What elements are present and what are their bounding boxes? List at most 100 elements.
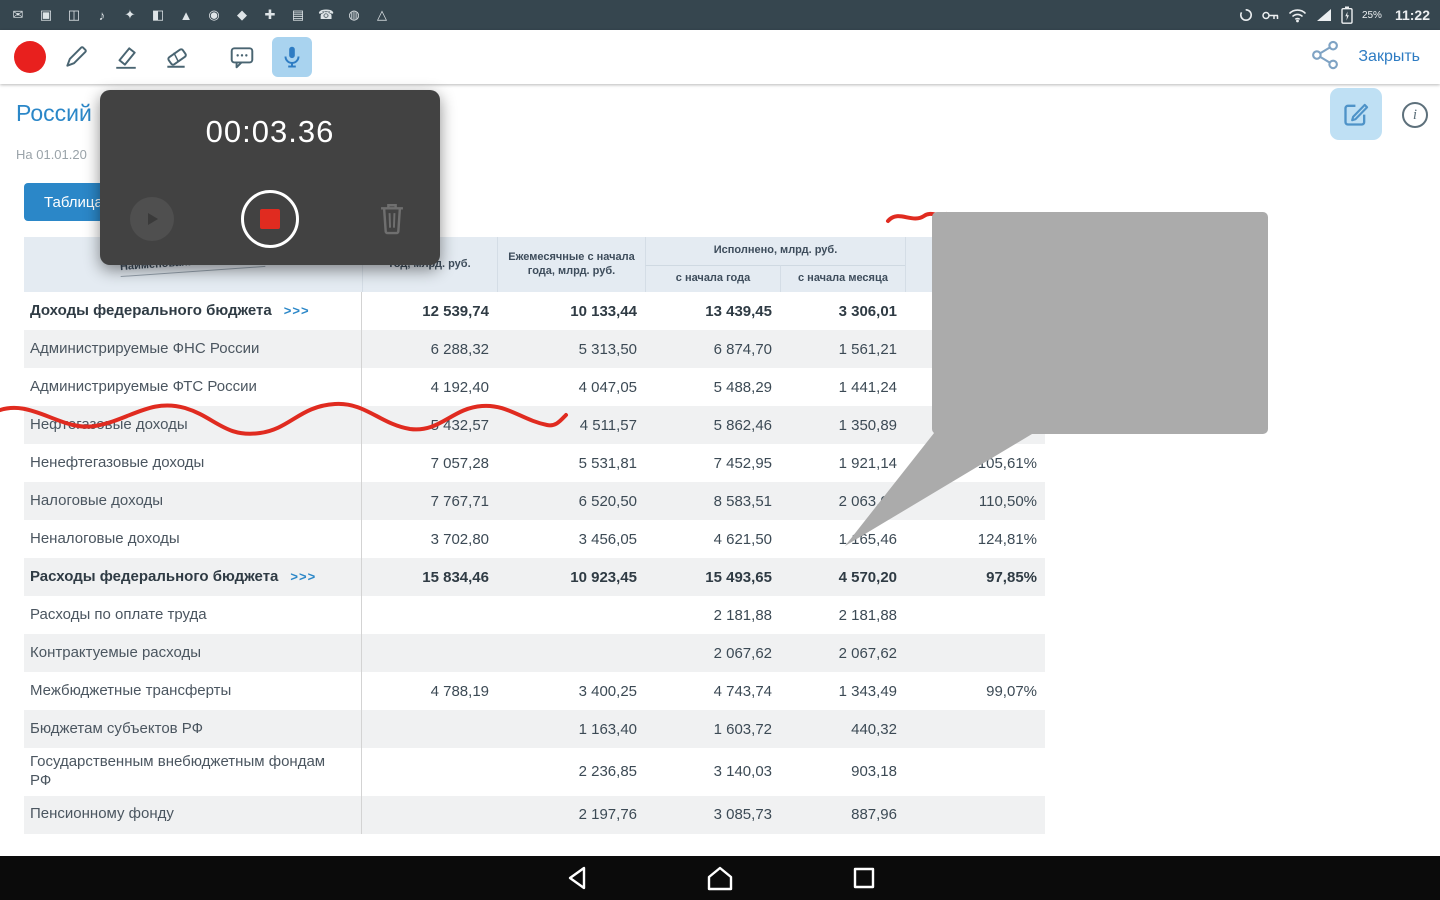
pencil-tool-button[interactable] bbox=[56, 37, 96, 77]
table-row: Налоговые доходы 7 767,71 6 520,50 8 583,51… bbox=[24, 482, 1045, 520]
row-value: 440,32 bbox=[851, 720, 897, 738]
share-button[interactable] bbox=[1310, 40, 1340, 75]
comment-icon bbox=[230, 47, 254, 69]
row-value: 4 621,50 bbox=[713, 530, 772, 548]
row-value: 97,85% bbox=[986, 568, 1037, 586]
row-value: 110,50% bbox=[978, 492, 1037, 510]
row-label: Ненефтегазовые доходы bbox=[24, 444, 362, 482]
row-value: 5 862,46 bbox=[713, 416, 772, 434]
row-value: 3 400,25 bbox=[578, 682, 637, 700]
signal-icon bbox=[1316, 9, 1331, 21]
row-value: 1 603,72 bbox=[713, 720, 772, 738]
eraser-tool-button[interactable] bbox=[156, 37, 196, 77]
row-value: 3 702,80 bbox=[430, 530, 489, 548]
row-label: Межбюджетные трансферты bbox=[24, 672, 362, 710]
home-button[interactable] bbox=[703, 862, 737, 894]
row-value: 1 165,46 bbox=[838, 530, 897, 548]
back-button[interactable] bbox=[561, 862, 595, 894]
recorder-popup: 00:03.36 bbox=[100, 90, 440, 265]
page-date: На 01.01.20 bbox=[16, 147, 87, 162]
layers-icon: ▤ bbox=[291, 7, 305, 22]
row-value: 99,07% bbox=[986, 682, 1037, 700]
play-button[interactable] bbox=[130, 197, 174, 241]
star-icon: ✦ bbox=[124, 7, 136, 22]
table-row: Пенсионному фонду 2 197,76 3 085,73 887,96 bbox=[24, 795, 1045, 834]
compose-icon bbox=[1344, 103, 1369, 126]
table-row: Администрируемые ФТС России 4 192,40 4 047… bbox=[24, 368, 1045, 406]
row-value: 4 192,40 bbox=[430, 378, 489, 396]
row-value: 15 834,46 bbox=[422, 568, 489, 586]
row-label: Администрируемые ФТС России bbox=[24, 368, 362, 406]
stop-button[interactable] bbox=[241, 190, 299, 248]
row-value: 5 432,57 bbox=[430, 416, 489, 434]
table-body: Доходы федерального бюджета >>> 12 539,74 1… bbox=[24, 292, 1045, 834]
table-row: Государственным внебюджетным фондам РФ 2 … bbox=[24, 748, 1045, 796]
row-value: 4 511,57 bbox=[579, 416, 637, 434]
row-label: Неналоговые доходы bbox=[24, 520, 362, 558]
row-value: 4 047,05 bbox=[578, 378, 637, 396]
row-value: 5 488,29 bbox=[713, 378, 772, 396]
android-nav-bar bbox=[0, 856, 1440, 900]
pencil-icon bbox=[66, 46, 87, 67]
table-row: Администрируемые ФНС России 6 288,32 5 313… bbox=[24, 330, 1045, 368]
row-value: 4 788,19 bbox=[430, 682, 489, 700]
row-label: Пенсионному фонду bbox=[24, 795, 362, 834]
info-button[interactable]: i bbox=[1402, 102, 1428, 128]
table-row: Контрактуемые расходы 2 067,62 2 067,62 bbox=[24, 634, 1045, 672]
table-row: Расходы федерального бюджета >>> 15 834,46… bbox=[24, 558, 1045, 596]
back-icon bbox=[568, 866, 586, 890]
stop-icon bbox=[260, 209, 280, 229]
row-value: 5 531,81 bbox=[578, 454, 637, 472]
header-executed-group: Исполнено, млрд. руб. bbox=[645, 237, 905, 265]
row-value: 903,18 bbox=[851, 763, 897, 781]
header-executed-mtd: с начала месяца bbox=[780, 265, 905, 292]
row-label: Расходы по оплате труда bbox=[24, 596, 362, 634]
close-button[interactable]: Закрыть bbox=[1358, 48, 1420, 66]
row-value: 3 140,03 bbox=[713, 763, 772, 781]
header-monthly: Ежемесячные с начала года, млрд. руб. bbox=[497, 237, 645, 292]
row-value: 2 236,85 bbox=[578, 763, 637, 781]
info-icon: i bbox=[1412, 106, 1418, 123]
row-expand-link[interactable]: >>> bbox=[284, 303, 310, 319]
row-value: 3 456,05 bbox=[578, 530, 637, 548]
recents-button[interactable] bbox=[847, 862, 881, 894]
table-row: Нефтегазовые доходы 5 432,57 4 511,57 5 862… bbox=[24, 406, 1045, 444]
row-value: 1 343,49 bbox=[838, 682, 897, 700]
record-icon: ◉ bbox=[208, 7, 220, 22]
row-label: Администрируемые ФНС России bbox=[24, 330, 362, 368]
display-icon: ◧ bbox=[151, 7, 165, 22]
row-expand-link[interactable]: >>> bbox=[290, 569, 316, 585]
record-button[interactable] bbox=[14, 41, 46, 73]
row-value: 3 306,01 bbox=[838, 302, 897, 320]
edit-note-button[interactable] bbox=[1330, 88, 1382, 140]
row-label: Бюджетам субъектов РФ bbox=[24, 710, 362, 748]
row-value: 8 583,51 bbox=[713, 492, 772, 510]
eraser-icon bbox=[167, 48, 187, 68]
delete-recording-button[interactable] bbox=[372, 198, 412, 238]
marker-tool-button[interactable] bbox=[106, 37, 146, 77]
row-value: 2 181,88 bbox=[838, 606, 897, 624]
comment-tool-button[interactable] bbox=[222, 37, 262, 77]
message-icon: ✉ bbox=[12, 7, 24, 22]
table-row: Неналоговые доходы 3 702,80 3 456,05 4 621,… bbox=[24, 520, 1045, 558]
mic-tool-button[interactable] bbox=[272, 37, 312, 77]
screenshot-icon: ▣ bbox=[39, 7, 53, 22]
row-value: 2 063,01 bbox=[838, 492, 897, 510]
row-value: 1 163,40 bbox=[578, 720, 637, 738]
row-value: 10 923,45 bbox=[570, 568, 637, 586]
trash-icon bbox=[381, 204, 403, 235]
recording-timer: 00:03.36 bbox=[205, 114, 335, 149]
play-icon bbox=[148, 213, 158, 225]
phone-icon: ☎ bbox=[318, 7, 335, 22]
row-value: 2 181,88 bbox=[713, 606, 772, 624]
row-label: Нефтегазовые доходы bbox=[24, 406, 362, 444]
header-percent bbox=[905, 237, 1045, 292]
row-value: 4 570,20 bbox=[838, 568, 897, 586]
status-right-icons: 25% 11:22 bbox=[1239, 6, 1430, 24]
download-icon: ▲ bbox=[179, 7, 193, 23]
status-left-icons: ✉ ▣ ◫ ♪ ✦ ◧ ▲ ◉ ◆ ✚ ▤ ☎ ◍ △ bbox=[10, 7, 390, 23]
row-value: 2 067,62 bbox=[838, 644, 897, 662]
recents-icon bbox=[853, 867, 875, 889]
row-value: 12 539,74 bbox=[422, 302, 489, 320]
row-label: Государственным внебюджетным фондам РФ bbox=[24, 748, 362, 796]
